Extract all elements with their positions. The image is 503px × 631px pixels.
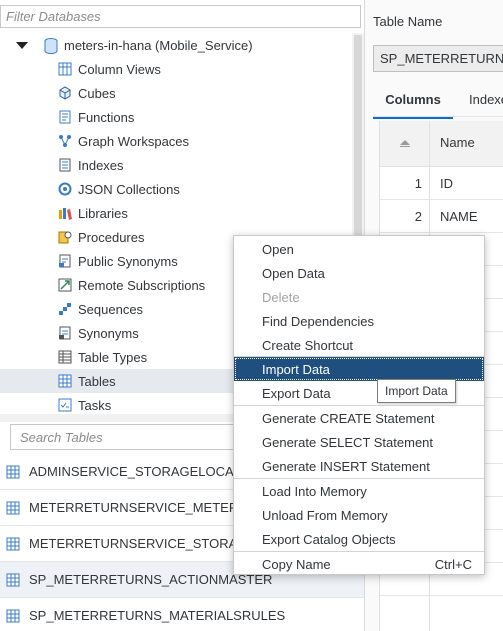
tree-item-cubes[interactable]: Cubes xyxy=(0,81,352,105)
sort-icon[interactable] xyxy=(380,121,430,166)
import-data-tooltip: Import Data xyxy=(377,379,456,403)
expand-caret-icon[interactable] xyxy=(16,41,28,49)
tree-item-label: Table Types xyxy=(78,349,148,365)
table-name: METERRETURNSERVICE_STORA xyxy=(29,536,238,551)
tree-item-functions[interactable]: Functions xyxy=(0,105,352,129)
tree-item-label: Column Views xyxy=(78,61,161,77)
tree-item-indexes[interactable]: Indexes xyxy=(0,153,352,177)
json-icon xyxy=(58,182,72,196)
column-name: ID xyxy=(440,176,453,191)
filter-databases-input[interactable] xyxy=(1,6,360,27)
menu-item-generate-select[interactable]: Generate SELECT Statement xyxy=(234,430,484,454)
menu-item-load-into-memory[interactable]: Load Into Memory xyxy=(234,479,484,503)
table-icon xyxy=(6,465,20,479)
table-row[interactable]: 1 ID xyxy=(380,167,503,200)
library-icon xyxy=(58,206,72,220)
tree-item-label: Public Synonyms xyxy=(78,253,178,269)
synonym-icon xyxy=(58,326,72,340)
graph-icon xyxy=(58,134,72,148)
cube-icon xyxy=(58,86,72,100)
table-icon xyxy=(6,573,20,587)
public-synonym-icon xyxy=(58,254,72,268)
table-type-icon xyxy=(58,350,72,364)
table-name-label: Table Name xyxy=(373,14,443,29)
task-icon xyxy=(58,398,72,412)
menu-item-import-data[interactable]: Import Data xyxy=(234,357,484,381)
menu-item-generate-create[interactable]: Generate CREATE Statement xyxy=(234,406,484,430)
tree-item-label: Tables xyxy=(78,373,116,389)
function-icon xyxy=(58,110,72,124)
definition-tabs: Columns Indexes xyxy=(373,88,503,119)
tree-item-label: Sequences xyxy=(78,301,144,317)
grid-header: Name xyxy=(380,121,503,167)
database-icon xyxy=(44,38,58,55)
menu-item-export-catalog-objects[interactable]: Export Catalog Objects xyxy=(234,527,484,551)
table-name-field[interactable]: SP_METERRETURNS_ACTIONMASTER xyxy=(373,45,503,72)
tabs-underline xyxy=(373,116,503,117)
menu-item-copy-name[interactable]: Copy Name Ctrl+C xyxy=(234,552,484,576)
remote-subscription-icon xyxy=(58,278,72,292)
table-row[interactable]: SP_METERRETURNS_MATERIALSRULES xyxy=(0,598,364,631)
tree-item-graph-workspaces[interactable]: Graph Workspaces xyxy=(0,129,352,153)
tree-item-label: Libraries xyxy=(78,205,128,221)
menu-item-open[interactable]: Open xyxy=(234,237,484,261)
filter-databases-field[interactable] xyxy=(0,5,361,28)
table-icon xyxy=(6,537,20,551)
menu-item-label: Copy Name xyxy=(262,556,331,572)
table-icon xyxy=(58,374,72,388)
tree-item-label: JSON Collections xyxy=(78,181,180,197)
table-name: ADMINSERVICE_STORAGELOCA xyxy=(29,464,234,479)
column-name: NAME xyxy=(440,209,478,224)
tree-item-libraries[interactable]: Libraries xyxy=(0,201,352,225)
tree-root-label: meters-in-hana (Mobile_Service) xyxy=(64,37,253,53)
menu-item-shortcut: Ctrl+C xyxy=(434,556,472,572)
tab-columns[interactable]: Columns xyxy=(373,88,453,119)
table-name: SP_METERRETURNS_MATERIALSRULES xyxy=(29,608,286,623)
grid-header-name[interactable]: Name xyxy=(440,135,475,150)
table-name: METERRETURNSERVICE_METER xyxy=(29,500,239,515)
tree-item-label: Indexes xyxy=(78,157,124,173)
table-icon xyxy=(6,609,20,623)
menu-item-unload-from-memory[interactable]: Unload From Memory xyxy=(234,503,484,527)
procedure-icon xyxy=(58,230,72,244)
column-views-icon xyxy=(58,62,72,76)
tree-item-label: Graph Workspaces xyxy=(78,133,190,149)
sequence-icon xyxy=(58,302,72,316)
tree-item-label: Remote Subscriptions xyxy=(78,277,206,293)
index-icon xyxy=(58,158,72,172)
tab-indexes[interactable]: Indexes xyxy=(469,88,503,116)
row-number: 2 xyxy=(414,209,422,224)
table-icon xyxy=(6,501,20,515)
menu-item-delete[interactable]: Delete xyxy=(234,285,484,309)
tree-item-label: Tasks xyxy=(78,397,112,413)
tree-item-label: Procedures xyxy=(78,229,145,245)
tree-item-json-collections[interactable]: JSON Collections xyxy=(0,177,352,201)
row-number: 1 xyxy=(414,176,422,191)
tree-item-label: Functions xyxy=(78,109,135,125)
tree-scrollbar-thumb[interactable] xyxy=(354,35,362,265)
tree-item-label: Synonyms xyxy=(78,325,139,341)
tree-item-label: Cubes xyxy=(78,85,116,101)
menu-item-create-shortcut[interactable]: Create Shortcut xyxy=(234,333,484,357)
menu-item-open-data[interactable]: Open Data xyxy=(234,261,484,285)
table-row[interactable]: 2 NAME xyxy=(380,200,503,233)
context-menu: Open Open Data Delete Find Dependencies … xyxy=(233,235,485,575)
menu-item-find-dependencies[interactable]: Find Dependencies xyxy=(234,309,484,333)
menu-item-generate-insert[interactable]: Generate INSERT Statement xyxy=(234,454,484,478)
tree-item-column-views[interactable]: Column Views xyxy=(0,57,352,81)
tree-root-database[interactable]: meters-in-hana (Mobile_Service) xyxy=(0,33,352,57)
